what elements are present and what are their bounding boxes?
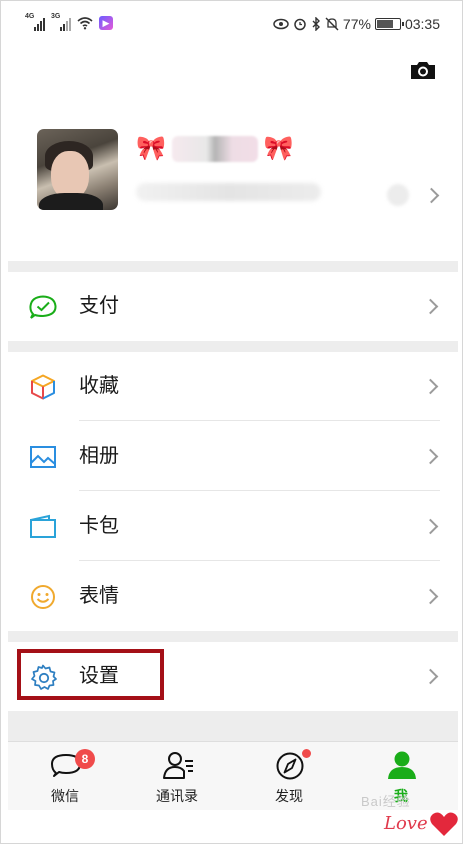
section-divider	[8, 341, 458, 352]
menu-item-stickers[interactable]: 表情	[1, 562, 462, 631]
heart-icon	[430, 812, 458, 836]
menu-item-favorites[interactable]: 收藏	[1, 352, 462, 421]
wechat-id-blurred	[136, 183, 321, 201]
row-divider	[79, 420, 440, 421]
chevron-right-icon	[422, 378, 439, 395]
wifi-icon	[77, 17, 93, 30]
tab-label-discover: 发现	[275, 788, 303, 804]
chevron-right-icon	[422, 298, 439, 315]
chevron-right-icon	[422, 518, 439, 535]
section-divider	[8, 711, 458, 741]
menu-label-card-wallet: 卡包	[79, 515, 119, 537]
mute-bell-icon	[325, 17, 339, 31]
ribbon-bow-icon: 🎀	[263, 135, 294, 162]
profile-card[interactable]: 🎀 🎀	[1, 111, 462, 261]
emoji-icon	[31, 585, 55, 609]
menu-label-favorites: 收藏	[79, 375, 119, 397]
battery-percent: 77%	[342, 16, 371, 32]
blurred-name	[171, 136, 258, 162]
nickname-blurred: 🎀 🎀	[136, 133, 294, 165]
clock: 03:35	[404, 16, 440, 32]
tab-label-contacts: 通讯录	[156, 788, 198, 804]
me-person-icon	[388, 751, 416, 779]
watermark-text: Bai经验	[361, 794, 411, 809]
menu-label-stickers: 表情	[79, 585, 119, 607]
signal-icon-1: 4G	[25, 13, 45, 31]
qr-code-icon[interactable]	[387, 184, 409, 206]
row-divider	[79, 490, 440, 491]
section-divider	[8, 261, 458, 272]
menu-item-card-wallet[interactable]: 卡包	[1, 492, 462, 561]
love-watermark: Love	[384, 813, 428, 834]
tab-discover[interactable]: 发现	[234, 742, 344, 810]
menu-item-pay[interactable]: 支付	[1, 272, 462, 341]
tab-chats[interactable]: 8 微信	[10, 742, 120, 810]
menu-item-album[interactable]: 相册	[1, 422, 462, 491]
chevron-right-icon	[422, 668, 439, 685]
tab-label-chats: 微信	[51, 788, 79, 804]
menu-label-pay: 支付	[79, 295, 119, 317]
ribbon-bow-icon: 🎀	[136, 135, 166, 162]
chevron-right-icon	[422, 448, 439, 465]
favorites-cube-icon	[31, 374, 55, 400]
wechat-me-screen: 4G 3G ▶ 77% 03:35 🎀 🎀 支付 收藏 相册 卡包 表情 设置 …	[0, 0, 463, 844]
section-divider	[8, 631, 458, 642]
status-bar: 4G 3G ▶ 77% 03:35	[1, 1, 462, 45]
chevron-right-icon	[422, 588, 439, 605]
tab-contacts[interactable]: 通讯录	[122, 742, 232, 810]
chevron-right-icon	[423, 187, 440, 204]
alarm-icon	[294, 18, 306, 31]
app-notification-icon: ▶	[99, 16, 113, 30]
camera-icon[interactable]	[409, 58, 437, 82]
contacts-icon	[163, 752, 193, 779]
row-divider	[79, 560, 440, 561]
card-wallet-icon	[30, 514, 56, 538]
battery-icon	[374, 18, 404, 30]
settings-highlight-box	[17, 649, 164, 700]
album-icon	[30, 446, 56, 468]
new-activity-dot	[302, 749, 311, 758]
payment-icon	[29, 295, 57, 319]
menu-label-album: 相册	[79, 445, 119, 467]
signal-icon-2: 3G	[51, 13, 71, 31]
bluetooth-icon	[312, 17, 320, 31]
eye-icon	[273, 18, 289, 30]
unread-badge: 8	[75, 749, 95, 769]
avatar[interactable]	[37, 129, 118, 210]
